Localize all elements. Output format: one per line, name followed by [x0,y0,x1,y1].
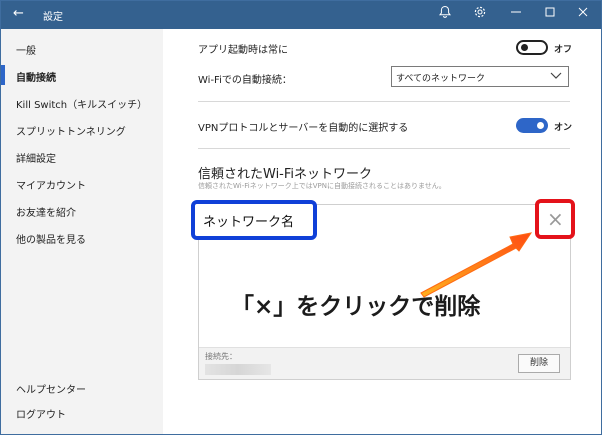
gear-icon[interactable] [471,5,489,23]
back-arrow-icon[interactable]: ← [13,6,24,21]
sidebar-item-auto-connect[interactable]: 自動接続 [16,69,56,84]
wifi-auto-label: Wi-Fiでの自動接続： [198,75,292,86]
vpn-protocol-toggle[interactable] [516,118,548,133]
wifi-auto-select-value: すべてのネットワーク [396,74,486,84]
app-launch-toggle[interactable] [516,40,548,55]
network-name-highlight: ネットワーク名 [191,200,317,240]
delete-button[interactable]: 削除 [518,354,560,373]
sidebar-item-help-center[interactable]: ヘルプセンター [16,381,86,396]
trusted-networks-description: 信頼されたWi-Fiネットワーク上ではVPNに自動接続されることはありません。 [198,182,446,190]
divider [198,101,570,102]
app-launch-label: アプリ起動時は常に [198,45,288,56]
title-bar: ← 設定 [1,1,601,29]
bell-icon[interactable] [436,5,454,23]
sidebar-item-logout[interactable]: ログアウト [16,406,66,421]
close-icon[interactable] [574,5,592,23]
trusted-networks-title: 信頼されたWi-Fiネットワーク [198,167,373,182]
sidebar-item-my-account[interactable]: マイアカウント [16,177,86,192]
vpn-protocol-label: VPNプロトコルとサーバーを自動的に選択する [198,123,409,134]
sidebar-item-kill-switch[interactable]: Kill Switch（キルスイッチ） [16,96,147,111]
network-name: ネットワーク名 [203,215,295,230]
sidebar: 一般 自動接続 Kill Switch（キルスイッチ） スプリットトンネリング … [1,29,163,434]
toggle-knob [521,44,528,51]
active-indicator [1,65,5,85]
wifi-auto-select[interactable]: すべてのネットワーク [391,66,569,87]
sidebar-item-general[interactable]: 一般 [16,42,36,57]
divider [198,148,570,149]
sidebar-item-split-tunneling[interactable]: スプリットトンネリング [16,123,126,138]
vpn-protocol-toggle-state: オン [554,123,573,133]
chevron-down-icon [550,71,562,84]
maximize-icon[interactable] [541,5,559,23]
sidebar-item-advanced[interactable]: 詳細設定 [16,150,56,165]
connection-label: 接続先： [205,352,237,361]
toggle-knob [537,122,544,129]
app-window: ← 設定 一般 自動接続 Kill Switch（キルスイッチ） スプリットトン… [0,0,602,435]
remove-network-icon[interactable]: × [547,205,564,233]
app-launch-toggle-state: オフ [554,45,573,55]
blurred-network-value [205,364,271,375]
instruction-callout: 「×」をクリックで削除 [231,294,481,320]
sidebar-item-other-products[interactable]: 他の製品を見る [16,231,86,246]
network-footer: 接続先： 削除 [199,347,570,379]
remove-network-highlight[interactable]: × [535,199,575,239]
window-title: 設定 [43,12,63,23]
sidebar-item-refer-friend[interactable]: お友達を紹介 [16,204,76,219]
minimize-icon[interactable] [507,5,525,23]
